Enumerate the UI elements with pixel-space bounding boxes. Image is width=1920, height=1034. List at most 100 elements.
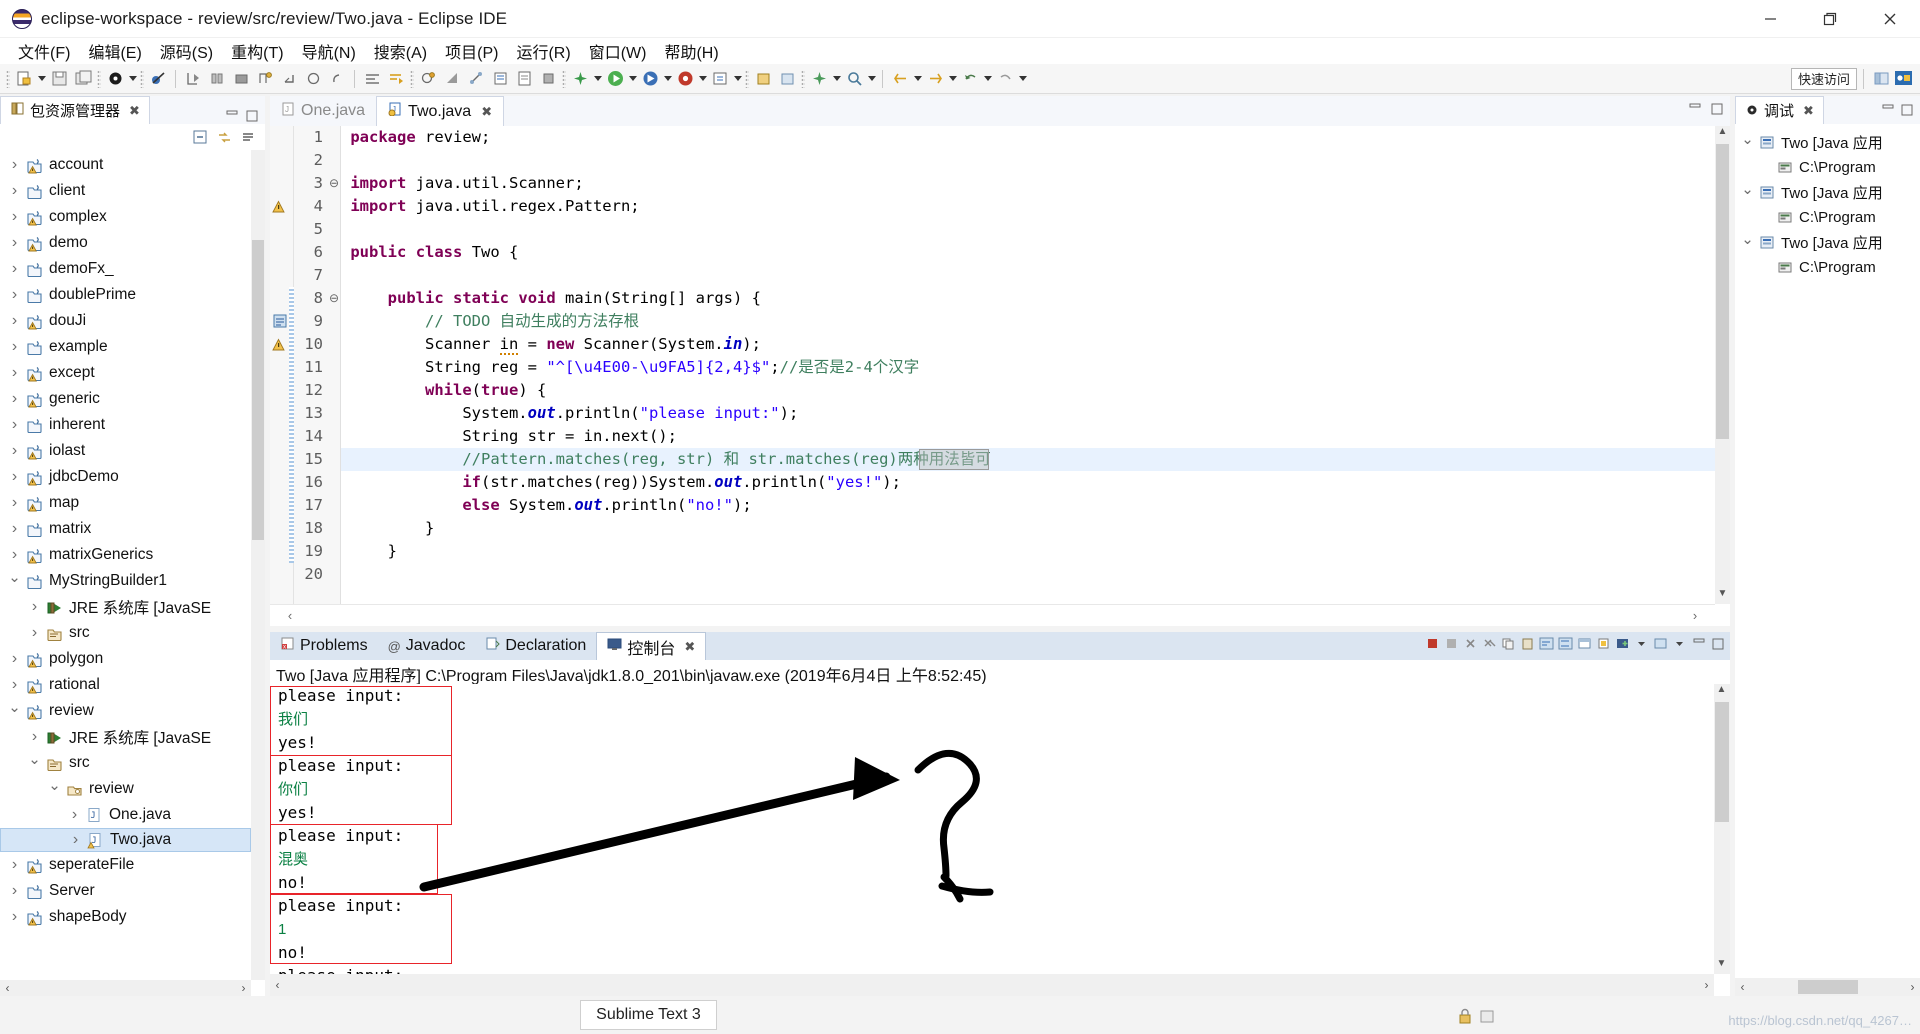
expand-arrow-icon[interactable] [6, 442, 23, 460]
scroll-up-icon[interactable]: ▲ [1715, 126, 1730, 142]
pin-editor-icon[interactable] [808, 68, 830, 90]
expand-arrow-icon[interactable] [6, 208, 23, 226]
scroll-up-icon[interactable]: ▲ [1714, 684, 1729, 700]
code-line[interactable]: public class Two { [341, 241, 1730, 264]
tree-item[interactable]: doublePrime [0, 282, 251, 308]
copy-icon[interactable] [1501, 636, 1516, 651]
tree-item[interactable]: seperateFile [0, 852, 251, 878]
scrollbar-thumb[interactable] [1715, 702, 1729, 822]
new-file-icon[interactable] [13, 68, 35, 90]
step-over-icon[interactable] [206, 68, 228, 90]
new-console-icon[interactable] [1615, 636, 1630, 651]
scroll-down-icon[interactable]: ▼ [1715, 588, 1730, 604]
debug-perspective-button[interactable] [1892, 68, 1914, 90]
minimize-icon[interactable] [1880, 103, 1895, 118]
editor-vscrollbar[interactable]: ▲ ▼ [1715, 126, 1730, 604]
menu-search[interactable]: 搜索(A) [365, 37, 436, 65]
editor-tab-two-java[interactable]: J Two.java ✖ [376, 96, 505, 126]
remove-all-launches-icon[interactable] [1482, 636, 1497, 651]
new-wizard-dropdown-icon[interactable] [732, 68, 743, 90]
expand-arrow-icon[interactable] [6, 364, 23, 382]
scroll-left-icon[interactable]: ‹ [270, 978, 285, 992]
close-icon[interactable]: ✖ [129, 103, 140, 119]
code-line[interactable]: //Pattern.matches(reg, str) 和 str.matche… [341, 448, 1730, 471]
maximize-icon[interactable] [1710, 636, 1725, 651]
expand-arrow-icon[interactable] [6, 234, 23, 252]
code-line[interactable]: Scanner in = new Scanner(System.in); [341, 333, 1730, 356]
package-explorer-vscrollbar[interactable] [251, 150, 265, 980]
new-interface-icon[interactable] [326, 68, 348, 90]
scroll-right-icon[interactable]: › [236, 981, 251, 995]
step-into-icon[interactable] [182, 68, 204, 90]
menu-navigate[interactable]: 导航(N) [293, 37, 365, 65]
terminate-icon[interactable] [1425, 636, 1440, 651]
console-dropdown-icon[interactable] [1634, 636, 1649, 651]
debug-tree-item[interactable]: C:\Program [1735, 205, 1920, 230]
code-line[interactable]: public static void main(String[] args) { [341, 287, 1730, 310]
editor-hscrollbar[interactable]: ‹ › [270, 604, 1715, 626]
new-wizard-icon[interactable] [709, 68, 731, 90]
collapse-all-icon[interactable] [192, 129, 209, 146]
open-resource-icon[interactable] [513, 68, 535, 90]
code-line[interactable] [341, 149, 1730, 172]
toggle-mark-occurrences-icon[interactable] [537, 68, 559, 90]
profile-dropdown-icon[interactable] [697, 68, 708, 90]
package-explorer-hscrollbar[interactable]: ‹ › [0, 980, 251, 996]
code-line[interactable]: else System.out.println("no!"); [341, 494, 1730, 517]
restore-perspective-icon[interactable] [776, 68, 798, 90]
scroll-left-icon[interactable]: ‹ [1735, 980, 1750, 994]
tree-item[interactable]: Server [0, 878, 251, 904]
menu-file[interactable]: 文件(F) [9, 37, 79, 65]
scrollbar-thumb[interactable] [1797, 980, 1858, 994]
tree-item[interactable]: shapeBody [0, 904, 251, 930]
code-line[interactable]: // TODO 自动生成的方法存根 [341, 310, 1730, 333]
expand-arrow-icon[interactable] [6, 650, 23, 668]
debug-launch-tree[interactable]: Two [Java 应用 C:\Program Two [Java 应用 C:\Pro… [1735, 130, 1920, 958]
next-edit-icon[interactable] [924, 68, 946, 90]
code-line[interactable]: import java.util.Scanner; [341, 172, 1730, 195]
coverage-icon[interactable] [639, 68, 661, 90]
new-java-project-icon[interactable] [254, 68, 276, 90]
code-line[interactable]: } [341, 517, 1730, 540]
open-perspective-button[interactable] [1870, 68, 1892, 90]
code-line[interactable]: package review; [341, 126, 1730, 149]
minimize-icon[interactable] [1687, 101, 1702, 116]
search-dropdown-icon[interactable] [866, 68, 877, 90]
expand-arrow-icon[interactable] [6, 494, 23, 512]
external-tools-icon[interactable] [569, 68, 591, 90]
save-icon[interactable] [48, 68, 70, 90]
new-class-icon[interactable] [302, 68, 324, 90]
previous-edit-dropdown-icon[interactable] [912, 68, 923, 90]
restore-icon[interactable] [1800, 0, 1860, 38]
expand-arrow-icon[interactable] [26, 598, 43, 616]
expand-arrow-icon[interactable] [26, 624, 43, 642]
warning-marker-icon[interactable] [270, 195, 293, 218]
skip-breakpoints-icon[interactable] [147, 68, 169, 90]
scroll-left-icon[interactable]: ‹ [0, 981, 15, 995]
forward-icon[interactable] [994, 68, 1016, 90]
expand-arrow-icon[interactable] [66, 806, 83, 824]
scrollbar-thumb[interactable] [252, 240, 264, 540]
open-console-icon[interactable] [1653, 636, 1668, 651]
taskbar-sublime-text[interactable]: Sublime Text 3 [580, 1000, 717, 1030]
close-icon[interactable]: ✖ [481, 104, 492, 120]
expand-arrow-icon[interactable] [6, 416, 23, 434]
tree-item[interactable]: src [0, 620, 251, 646]
close-icon[interactable] [1860, 0, 1920, 38]
word-wrap-icon[interactable] [1539, 636, 1554, 651]
expand-arrow-icon[interactable] [6, 882, 23, 900]
code-line[interactable]: } [341, 540, 1730, 563]
tab-declaration[interactable]: Declaration [475, 632, 596, 660]
tree-item[interactable]: complex [0, 204, 251, 230]
new-file-dropdown-icon[interactable] [36, 68, 47, 90]
collapse-arrow-icon[interactable] [1739, 134, 1756, 152]
search-icon[interactable] [843, 68, 865, 90]
menu-run[interactable]: 运行(R) [507, 37, 579, 65]
tree-item[interactable]: jdbcDemo [0, 464, 251, 490]
scroll-right-icon[interactable]: › [1675, 608, 1715, 623]
tree-item[interactable]: JRE 系统库 [JavaSE [0, 724, 251, 750]
console-output[interactable]: please input: 我们 yes! please input: 你们 yes! pl… [270, 684, 1714, 974]
profile-icon[interactable] [674, 68, 696, 90]
run-icon[interactable] [604, 68, 626, 90]
forward-dropdown-icon[interactable] [1017, 68, 1028, 90]
